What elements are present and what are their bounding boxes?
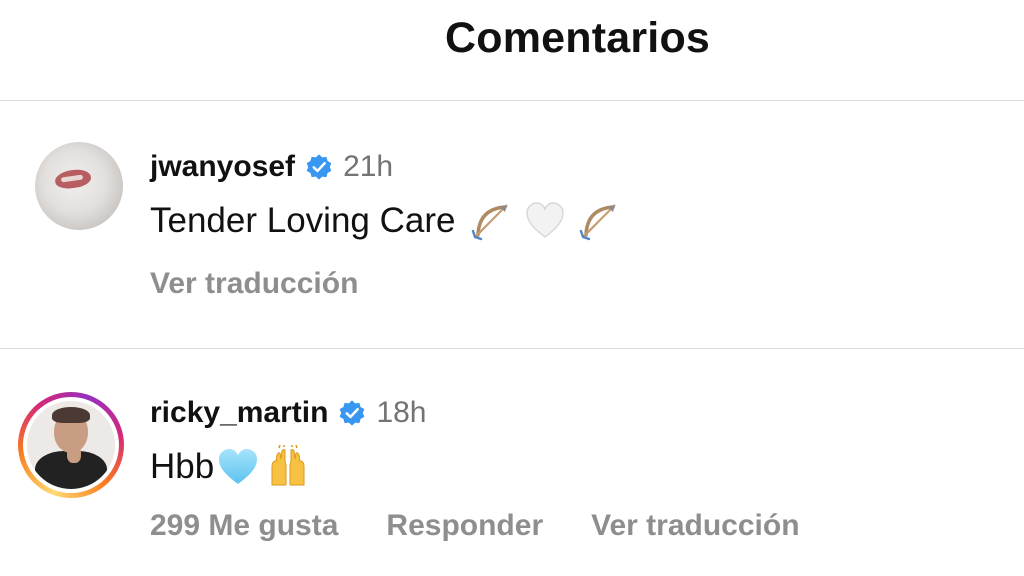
avatar[interactable] — [35, 142, 123, 230]
comment-actions: 299 Me gusta Responder Ver traducción — [150, 509, 848, 543]
comment-actions: Ver traducción — [150, 267, 621, 301]
bow-and-arrow-icon — [580, 204, 617, 241]
avatar[interactable] — [27, 401, 115, 489]
comment-text: Tender Loving Care — [150, 199, 621, 243]
username-link[interactable]: jwanyosef — [150, 150, 295, 184]
likes-count-button[interactable]: 299 Me gusta — [150, 509, 338, 543]
verified-badge-icon — [340, 400, 365, 426]
verified-badge-icon — [306, 154, 332, 180]
username-link[interactable]: ricky_martin — [150, 396, 328, 430]
translate-button[interactable]: Ver traducción — [150, 267, 358, 301]
bow-and-arrow-icon — [472, 204, 509, 241]
comment-body: ricky_martin 18h Hbb 299 Me gusta Respon… — [150, 393, 848, 543]
translate-button[interactable]: Ver traducción — [591, 509, 799, 543]
comment-body: jwanyosef 21h Tender Loving Care Ver tra… — [150, 147, 621, 301]
story-ring[interactable] — [18, 392, 124, 498]
comment-item: ricky_martin 18h Hbb 299 Me gusta Respon… — [0, 350, 1024, 576]
comment-text-content: Hbb — [150, 447, 215, 486]
comments-header: Comentarios — [0, 0, 1024, 101]
light-blue-heart-icon — [219, 449, 258, 484]
page-title: Comentarios — [445, 14, 711, 62]
white-heart-icon — [526, 202, 565, 238]
comment-meta: ricky_martin 18h — [150, 393, 848, 433]
comment-text: Hbb — [150, 445, 848, 489]
comment-meta: jwanyosef 21h — [150, 147, 621, 187]
comment-time: 21h — [343, 150, 394, 183]
comment-time: 18h — [376, 396, 427, 429]
comment-item: jwanyosef 21h Tender Loving Care Ver tra… — [0, 101, 1024, 349]
comment-text-content: Tender Loving Care — [150, 201, 456, 240]
reply-button[interactable]: Responder — [386, 509, 543, 543]
raising-hands-icon — [271, 445, 305, 486]
